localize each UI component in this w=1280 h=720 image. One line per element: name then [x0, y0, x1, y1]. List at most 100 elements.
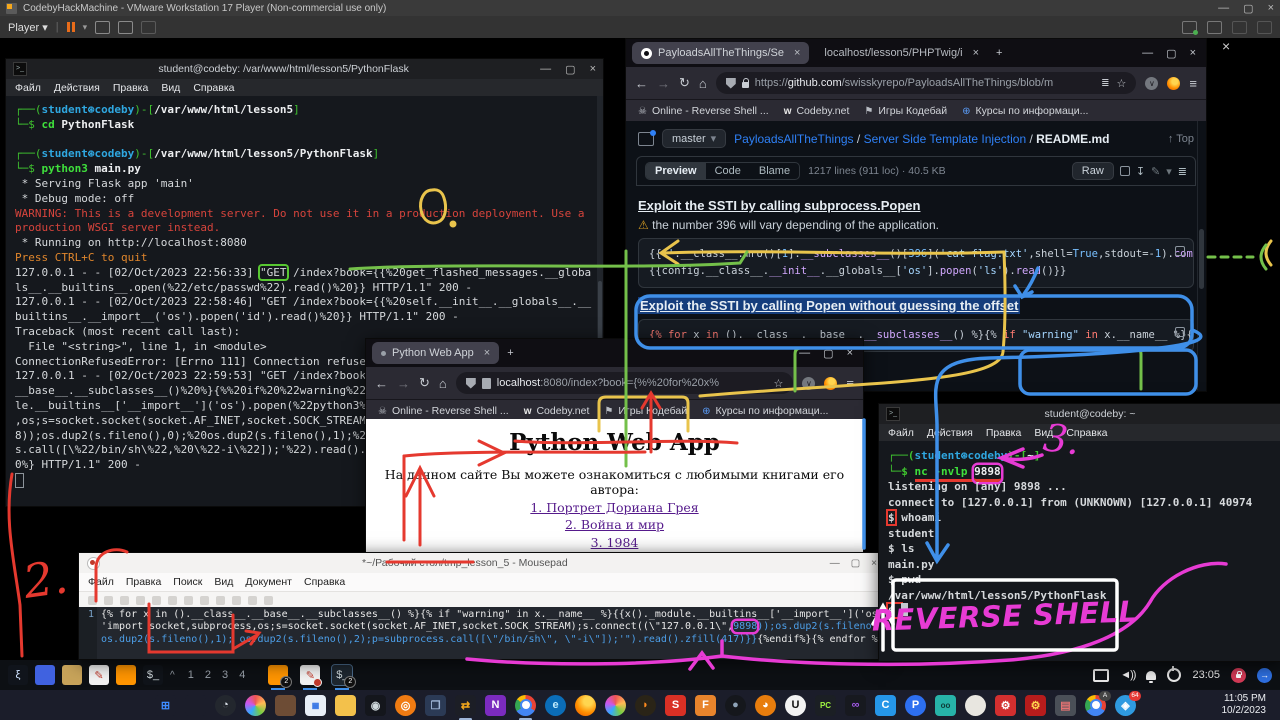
- search-icon[interactable]: [185, 695, 206, 716]
- menu-item[interactable]: Справка: [1066, 427, 1107, 439]
- back-button[interactable]: ←: [375, 376, 388, 391]
- tab-close-icon[interactable]: ×: [973, 47, 979, 59]
- network-icon[interactable]: [1257, 21, 1272, 34]
- forward-button[interactable]: →: [657, 76, 670, 91]
- devices-icon[interactable]: [1182, 21, 1197, 34]
- github-scrollbar[interactable]: [1197, 121, 1205, 390]
- mousepad-window[interactable]: *~/Рабочий стол/tmp_lesson_5 - Mousepad …: [78, 552, 886, 660]
- save-as-icon[interactable]: [136, 596, 145, 605]
- visual-studio-icon[interactable]: ∞: [845, 695, 866, 716]
- save-icon[interactable]: [120, 596, 129, 605]
- copy-icon[interactable]: [1120, 166, 1130, 176]
- teal-app-icon[interactable]: oo: [935, 695, 956, 716]
- red-gear-icon[interactable]: ⚙: [995, 695, 1016, 716]
- vmware-minimize-button[interactable]: —: [1218, 2, 1229, 14]
- power-icon[interactable]: [1167, 668, 1181, 682]
- maximize-button[interactable]: ▢: [851, 558, 860, 569]
- top-link[interactable]: ↑ Top: [1168, 133, 1194, 145]
- display-icon[interactable]: [35, 665, 55, 685]
- f-app-icon[interactable]: F: [695, 695, 716, 716]
- copy-icon[interactable]: [1175, 246, 1185, 256]
- bookmark-item[interactable]: ☠Online - Reverse Shell ...: [638, 105, 769, 117]
- undo-icon[interactable]: [168, 596, 177, 605]
- terminal1-titlebar[interactable]: >_ student@codeby: /var/www/html/lesson5…: [6, 59, 603, 79]
- terminal-running-icon[interactable]: $_2: [332, 665, 352, 685]
- vmware-maximize-button[interactable]: ▢: [1243, 2, 1253, 15]
- file-manager-icon[interactable]: [62, 665, 82, 685]
- menu-item[interactable]: Действия: [54, 82, 100, 94]
- terminal2-titlebar[interactable]: >_ student@codeby: ~: [879, 404, 1280, 424]
- colorful-app-icon[interactable]: [245, 695, 266, 716]
- menu-item[interactable]: Вид: [1034, 427, 1053, 439]
- bookmark-star-icon[interactable]: ☆: [774, 377, 784, 390]
- reload-button[interactable]: ↻: [419, 375, 430, 391]
- raw-button[interactable]: Raw: [1072, 162, 1114, 180]
- unity-icon[interactable]: [141, 21, 156, 34]
- calendar-icon[interactable]: ▦: [305, 695, 326, 716]
- reader-mode-icon[interactable]: ≣: [1101, 78, 1109, 89]
- menu-item[interactable]: Правка: [113, 82, 148, 94]
- menu-item[interactable]: Документ: [245, 576, 292, 588]
- bookmark-item[interactable]: ⊕Курсы по информаци...: [962, 105, 1088, 117]
- ssti-heading-1[interactable]: Exploit the SSTI by calling subprocess.P…: [638, 198, 1194, 213]
- tab-code[interactable]: Code: [706, 163, 750, 179]
- guest-clock[interactable]: 23:05: [1192, 669, 1220, 681]
- code-block-1[interactable]: {{''.__class__.mro()[1].__subclasses__()…: [638, 238, 1194, 288]
- maximize-button[interactable]: ▢: [823, 347, 833, 360]
- tab-payloadsallthethings[interactable]: PayloadsAllTheThings/Se ×: [632, 42, 809, 64]
- book-link[interactable]: 3. 1984: [366, 535, 863, 550]
- maximize-button[interactable]: ▢: [565, 63, 575, 76]
- edit-pencil-icon[interactable]: ✎: [1151, 165, 1160, 178]
- terminal-icon[interactable]: $_: [143, 665, 163, 685]
- tab-localhost-phptwig[interactable]: localhost/lesson5/PHPTwig/i ×: [815, 42, 988, 64]
- gray-tool-icon[interactable]: ▤: [1055, 695, 1076, 716]
- menu-item[interactable]: Вид: [161, 82, 180, 94]
- branch-button[interactable]: master ▾: [662, 129, 726, 148]
- fullscreen-icon[interactable]: [118, 21, 133, 34]
- file-explorer-icon[interactable]: [335, 695, 356, 716]
- mousepad-editor[interactable]: 1 {% for x in ().__class__.__base__.__su…: [79, 607, 885, 659]
- home-button[interactable]: ⌂: [439, 376, 447, 391]
- menu-item[interactable]: Поиск: [173, 576, 202, 588]
- new-tab-button[interactable]: +: [507, 347, 513, 359]
- tab-python-web-app[interactable]: Python Web App ×: [372, 342, 499, 364]
- bookmark-item[interactable]: wCodeby.net: [784, 105, 850, 117]
- menu-item[interactable]: Правка: [126, 576, 161, 588]
- tracking-shield-icon[interactable]: [726, 78, 736, 89]
- app-menu-icon[interactable]: ≡: [846, 376, 854, 391]
- blue-p-icon[interactable]: P: [905, 695, 926, 716]
- close-button[interactable]: ×: [847, 347, 853, 360]
- close-button[interactable]: ×: [871, 558, 877, 569]
- menu-item[interactable]: Файл: [888, 427, 914, 439]
- find-icon[interactable]: [248, 596, 257, 605]
- orange-gear-icon[interactable]: ◎: [395, 695, 416, 716]
- new-tab-button[interactable]: +: [996, 47, 1002, 59]
- chrome-icon[interactable]: [515, 695, 536, 716]
- copy-icon[interactable]: [216, 596, 225, 605]
- vscode-icon[interactable]: C: [875, 695, 896, 716]
- workspace-switcher[interactable]: 1 2 3 4: [188, 669, 250, 681]
- copy-icon[interactable]: [1175, 327, 1185, 337]
- menu-item[interactable]: Вид: [214, 576, 233, 588]
- usb-icon[interactable]: [1207, 21, 1222, 34]
- telegram-icon[interactable]: ◈64: [1115, 695, 1136, 716]
- book-link[interactable]: 1. Портрет Дориана Грея: [366, 500, 863, 515]
- resolve-icon[interactable]: [605, 695, 626, 716]
- notifications-icon[interactable]: [1146, 671, 1156, 680]
- ctrl-alt-del-icon[interactable]: [95, 21, 110, 34]
- menu-item[interactable]: Файл: [15, 82, 41, 94]
- mousepad-titlebar[interactable]: *~/Рабочий стол/tmp_lesson_5 - Mousepad …: [79, 553, 885, 573]
- file-tree-icon[interactable]: [638, 132, 654, 146]
- session-icon[interactable]: →: [1257, 668, 1272, 683]
- mousepad-running-icon[interactable]: ✎: [300, 665, 320, 685]
- url-bar[interactable]: localhost:8080/index?book={%%20for%20x% …: [456, 372, 794, 394]
- goat-app-icon[interactable]: [965, 695, 986, 716]
- unreal-icon[interactable]: U: [785, 695, 806, 716]
- bookmark-star-icon[interactable]: ☆: [1117, 77, 1127, 90]
- minimize-button[interactable]: —: [830, 558, 840, 569]
- camera-app-icon[interactable]: ◉: [365, 695, 386, 716]
- close-file-icon[interactable]: [152, 596, 161, 605]
- terminal-window-netcat[interactable]: >_ student@codeby: ~ ФайлДействияПравкаВ…: [878, 403, 1280, 662]
- replace-icon[interactable]: [264, 596, 273, 605]
- close-button[interactable]: ×: [1190, 47, 1196, 60]
